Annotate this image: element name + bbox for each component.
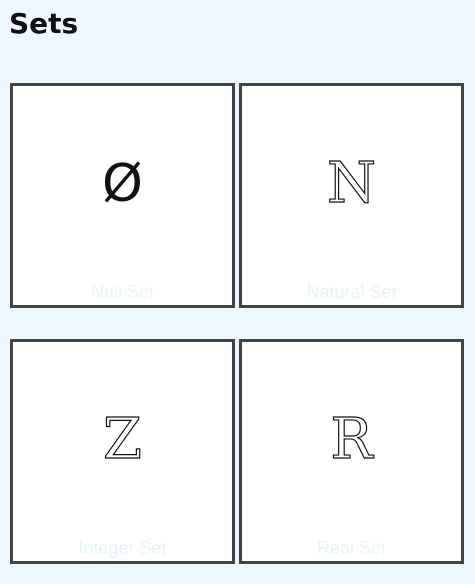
page-title: Sets <box>9 7 79 40</box>
sets-grid: Ø Null Set N Natural Set Z Integer Set R… <box>10 83 464 564</box>
natural-set-card[interactable]: N Natural Set <box>239 83 464 308</box>
null-set-symbol: Ø <box>102 154 143 214</box>
null-set-card[interactable]: Ø Null Set <box>10 83 235 308</box>
integer-set-label: Integer Set <box>78 538 167 558</box>
real-set-label: Real Set <box>316 538 387 558</box>
integer-set-card[interactable]: Z Integer Set <box>10 339 235 564</box>
integer-set-symbol: Z <box>102 407 142 472</box>
null-set-label: Null Set <box>90 282 155 302</box>
real-set-symbol: R <box>330 407 373 472</box>
real-set-card[interactable]: R Real Set <box>239 339 464 564</box>
natural-set-label: Natural Set <box>306 282 397 302</box>
natural-set-symbol: N <box>326 151 376 216</box>
